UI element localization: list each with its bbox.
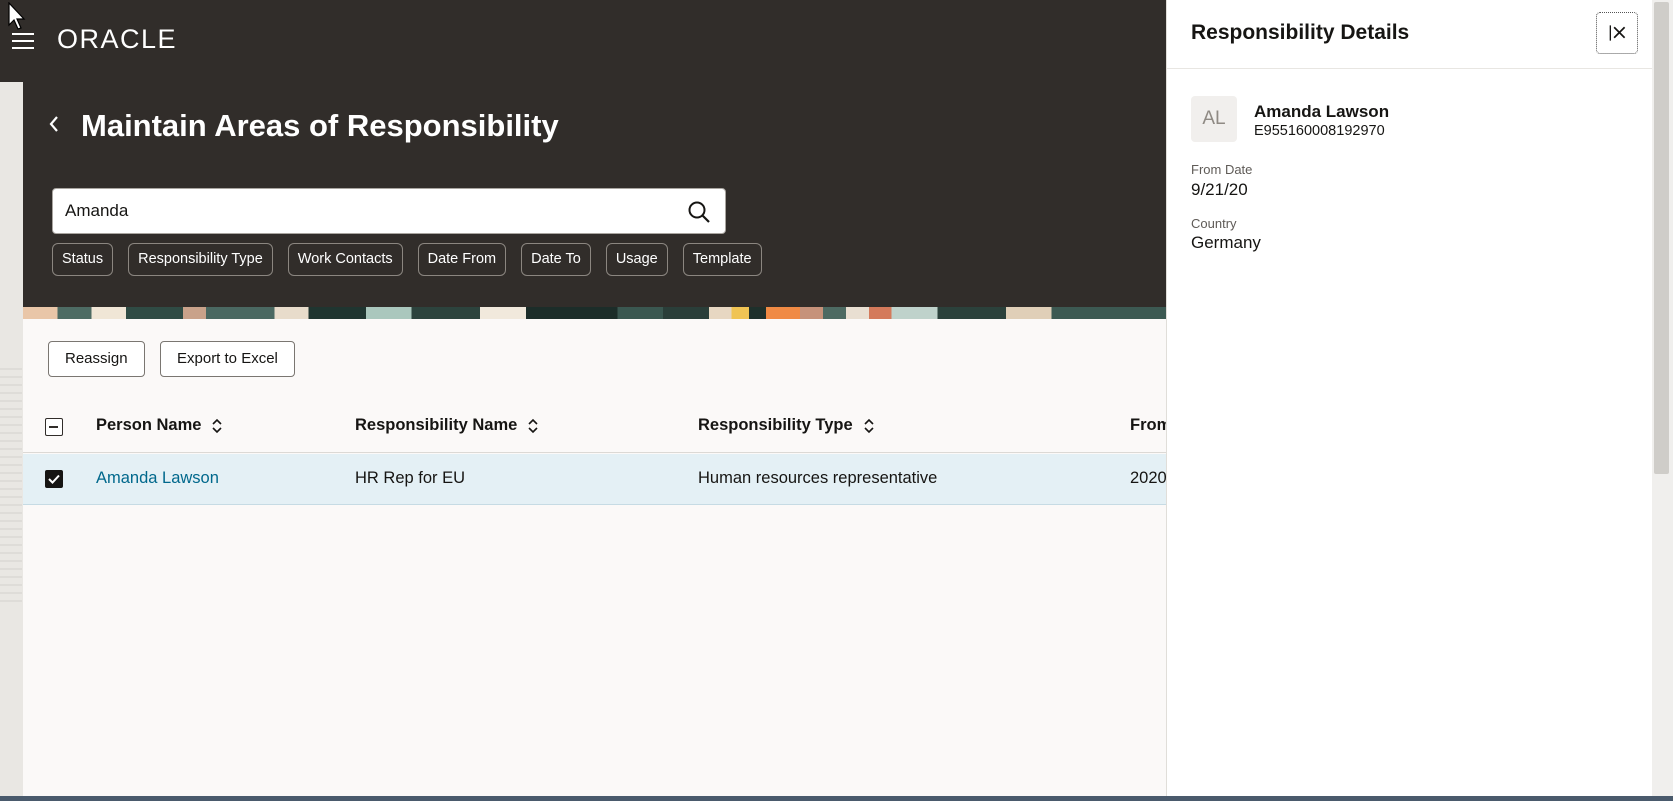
country-value: Germany	[1191, 233, 1261, 252]
column-label: Person Name	[96, 416, 202, 434]
scrollbar-thumb[interactable]	[1654, 2, 1669, 474]
responsibility-details-drawer: Responsibility Details AL Amanda Lawson …	[1166, 0, 1653, 796]
select-all-checkbox[interactable]	[45, 418, 63, 436]
column-header-person-name[interactable]: Person Name	[96, 416, 223, 435]
filter-chip-responsibility-type[interactable]: Responsibility Type	[128, 243, 273, 276]
oracle-logo: ORACLE	[57, 24, 178, 54]
background-texture	[0, 362, 22, 602]
sort-icon[interactable]	[211, 418, 223, 434]
filter-chip-work-contacts[interactable]: Work Contacts	[287, 243, 403, 276]
checkmark-icon	[48, 474, 60, 484]
back-chevron-icon[interactable]	[45, 112, 63, 136]
background-window-edge	[0, 82, 23, 796]
window-bottom-edge	[0, 796, 1673, 801]
sort-icon[interactable]	[863, 418, 875, 434]
decorative-banner	[23, 307, 1166, 319]
filter-chip-date-to[interactable]: Date To	[521, 243, 591, 276]
global-header: ORACLE	[0, 0, 1166, 82]
sort-icon[interactable]	[527, 418, 539, 434]
page-header-region: Maintain Areas of Responsibility Status …	[23, 82, 1166, 307]
page-title: Maintain Areas of Responsibility	[81, 108, 559, 143]
filter-chip-usage[interactable]: Usage	[605, 243, 668, 276]
person-name-link[interactable]: Amanda Lawson	[96, 469, 219, 488]
filter-chip-date-from[interactable]: Date From	[417, 243, 507, 276]
vertical-scrollbar[interactable]	[1652, 0, 1673, 796]
row-checkbox[interactable]	[45, 470, 63, 488]
column-label: Responsibility Type	[698, 416, 853, 434]
close-icon[interactable]	[1596, 12, 1638, 54]
from-date-label: From Date	[1191, 162, 1253, 177]
responsibility-name-cell: HR Rep for EU	[355, 469, 466, 487]
column-header-responsibility-type[interactable]: Responsibility Type	[698, 416, 875, 435]
person-number: E955160008192970	[1254, 123, 1385, 139]
mouse-pointer-icon	[8, 2, 26, 30]
country-label: Country	[1191, 216, 1237, 231]
reassign-button[interactable]: Reassign	[48, 341, 145, 377]
search-box[interactable]	[52, 188, 726, 234]
from-date-value: 9/21/20	[1191, 180, 1248, 199]
from-date-cell: 2020	[1130, 469, 1167, 487]
drawer-divider	[1167, 68, 1653, 69]
export-to-excel-button[interactable]: Export to Excel	[160, 341, 295, 377]
results-region: Reassign Export to Excel Person Name Res…	[23, 319, 1171, 796]
hamburger-menu-icon[interactable]	[12, 33, 34, 51]
avatar: AL	[1191, 96, 1237, 142]
person-name: Amanda Lawson	[1254, 102, 1390, 121]
filter-chip-status[interactable]: Status	[52, 243, 114, 276]
search-input[interactable]	[65, 189, 645, 233]
table-header: Person Name Responsibility Name Responsi…	[23, 401, 1171, 453]
filter-chips: Status Responsibility Type Work Contacts…	[52, 243, 762, 276]
column-header-responsibility-name[interactable]: Responsibility Name	[355, 416, 539, 435]
column-label: Responsibility Name	[355, 416, 518, 434]
responsibility-type-cell: Human resources representative	[698, 469, 938, 487]
search-icon[interactable]	[687, 200, 711, 224]
filter-chip-template[interactable]: Template	[682, 243, 762, 276]
drawer-title: Responsibility Details	[1191, 21, 1410, 44]
table-row[interactable]: Amanda Lawson HR Rep for EU Human resour…	[23, 454, 1167, 505]
